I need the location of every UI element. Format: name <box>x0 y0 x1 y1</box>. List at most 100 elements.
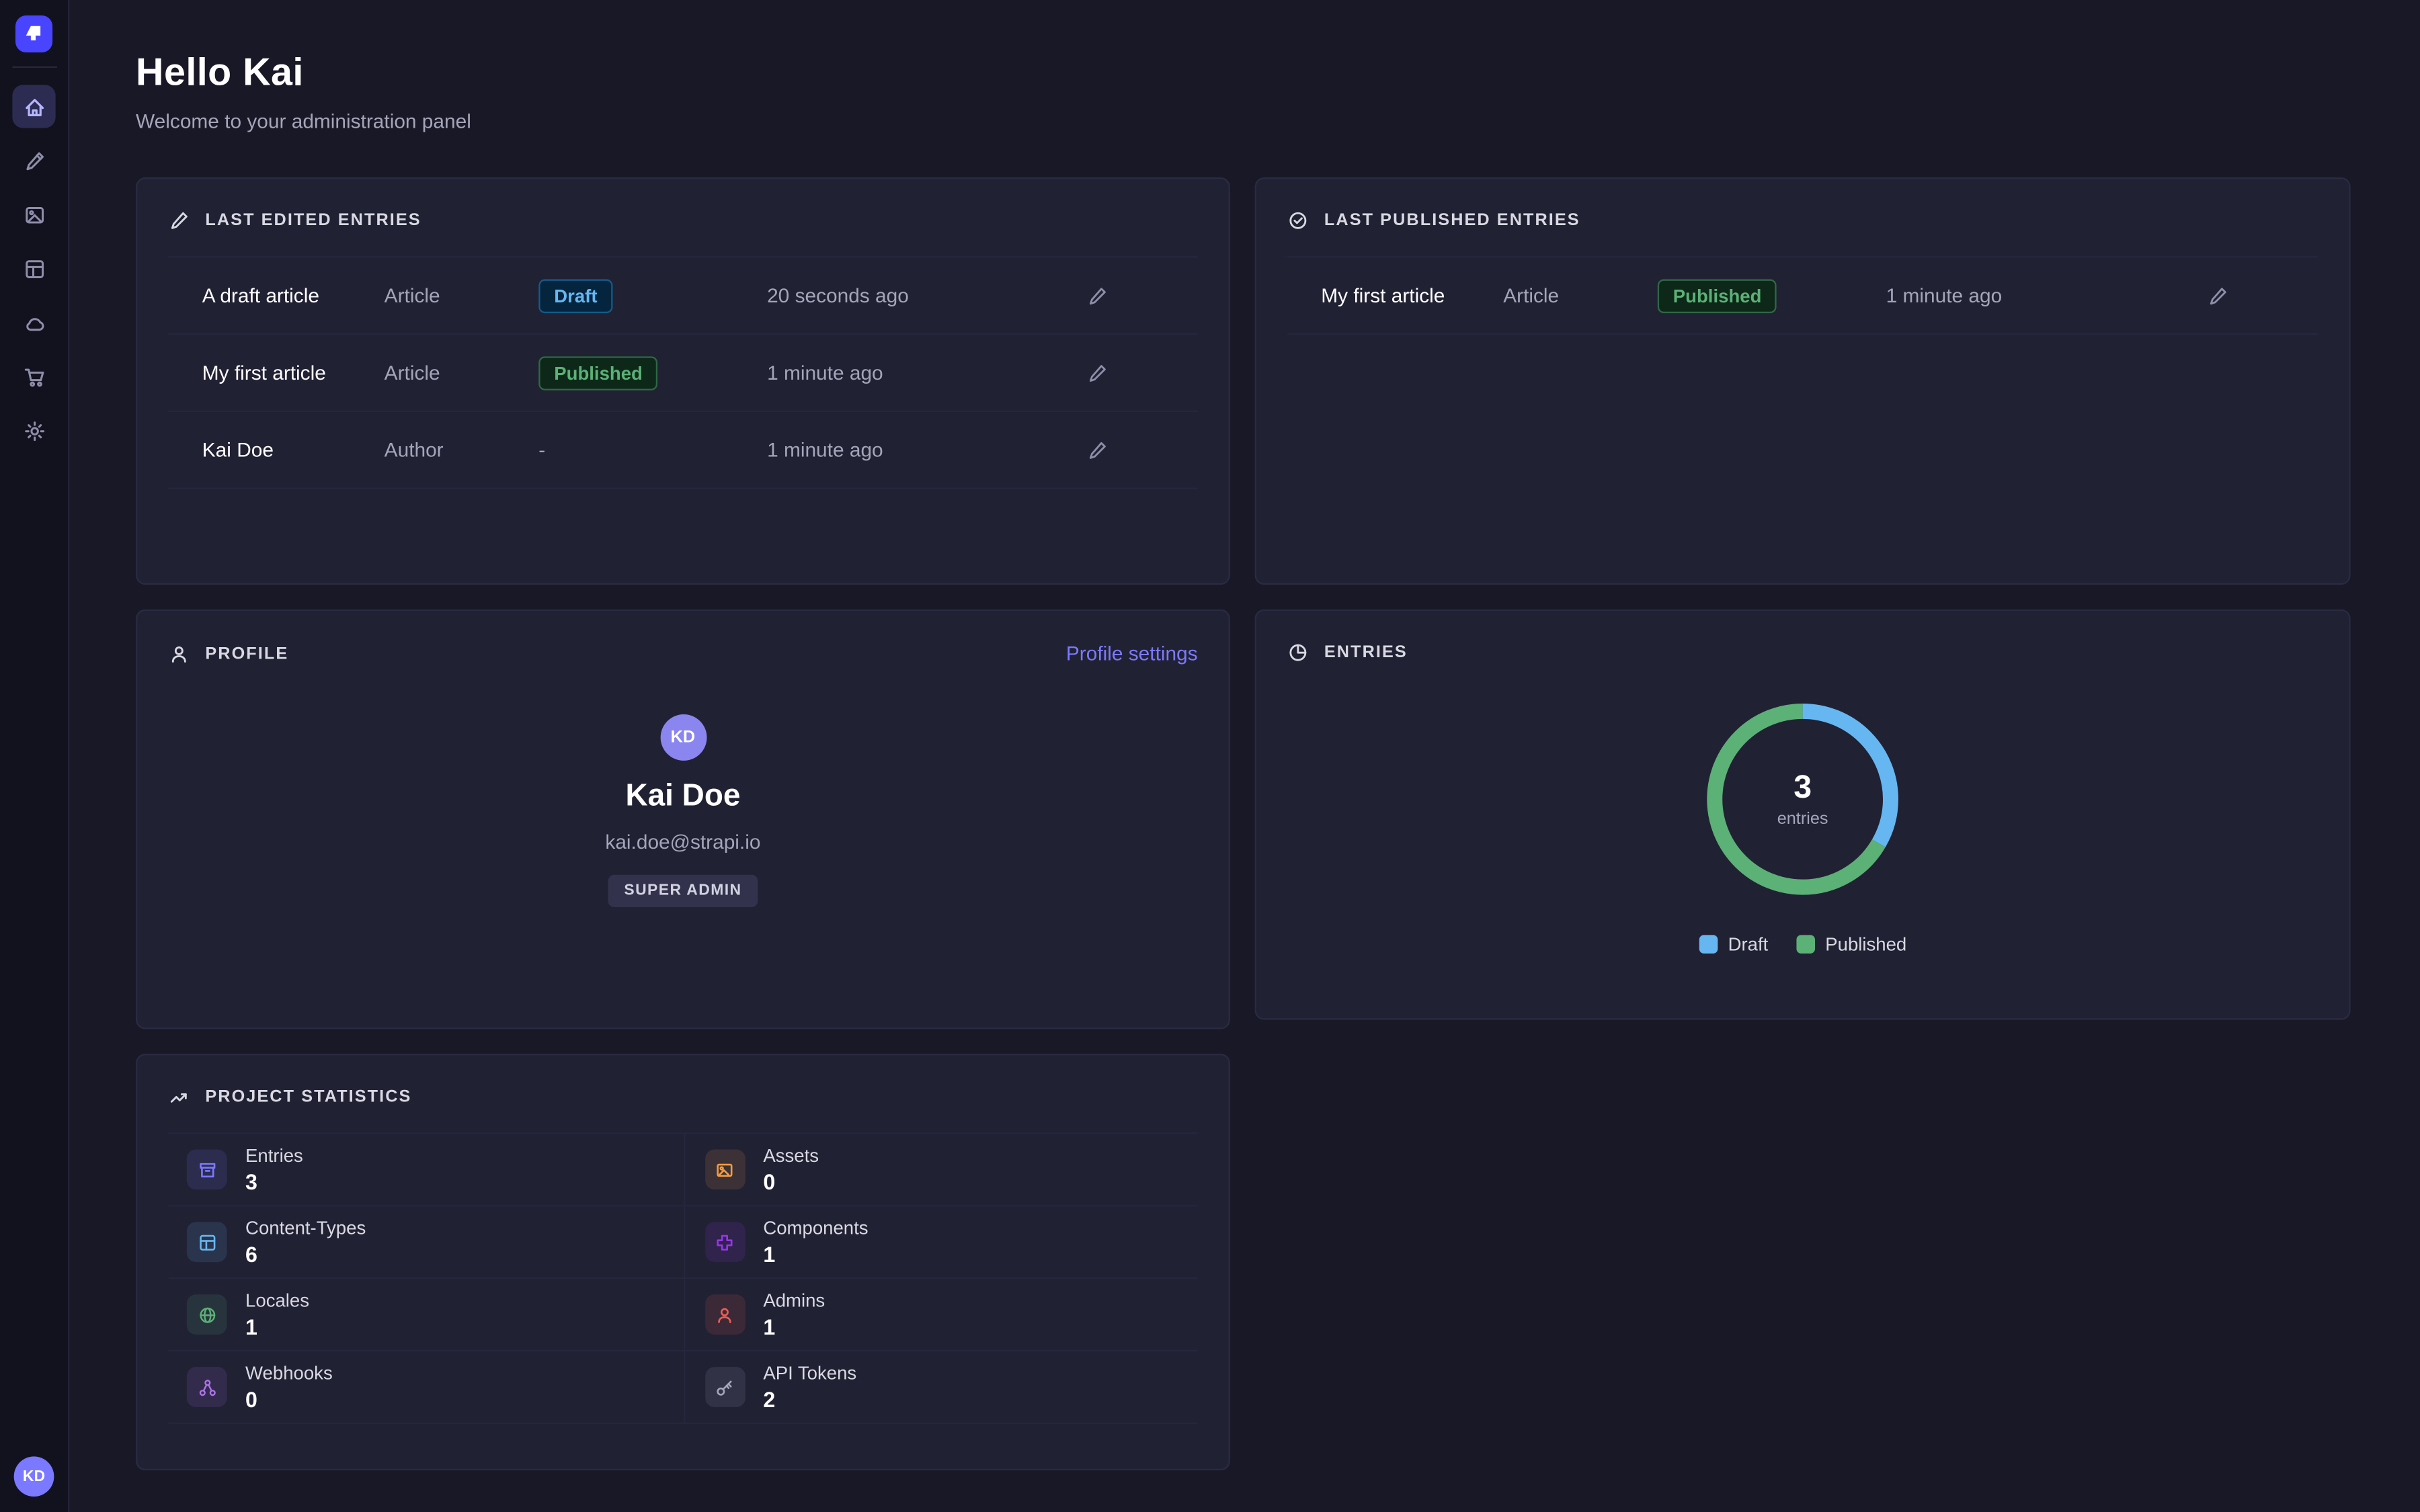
entries-chart-card: ENTRIES 3 entrie <box>1255 610 2351 1020</box>
profile-card: PROFILE Profile settings KD Kai Doe kai.… <box>136 610 1230 1029</box>
edit-entry-button[interactable] <box>1086 285 1108 306</box>
entry-time: 1 minute ago <box>767 361 1086 384</box>
stat-value: 1 <box>763 1242 868 1267</box>
project-statistics-header: PROJECT STATISTICS <box>168 1086 1197 1107</box>
main-content: Hello Kai Welcome to your administration… <box>69 0 2420 1512</box>
sidebar-item-content-type-builder[interactable] <box>12 247 55 290</box>
locales-icon <box>187 1294 227 1335</box>
entry-type: Article <box>1503 284 1658 306</box>
stat-value: 0 <box>245 1387 333 1412</box>
pencil-icon <box>2207 285 2228 306</box>
sidebar-item-marketplace[interactable] <box>12 355 55 398</box>
page-title: Hello Kai <box>136 51 2351 96</box>
stat-value: 1 <box>763 1314 825 1339</box>
sidebar-item-media-library[interactable] <box>12 193 55 236</box>
sidebar: KD <box>0 0 69 1512</box>
entry-type: Author <box>385 438 539 461</box>
last-edited-table: A draft article Article Draft 20 seconds… <box>168 256 1197 489</box>
sidebar-item-content-manager[interactable] <box>12 139 55 182</box>
stats-grid: Entries 3 Assets 0 <box>168 1132 1197 1424</box>
draft-swatch <box>1699 935 1718 954</box>
entry-time: 20 seconds ago <box>767 284 1086 306</box>
stat-value: 2 <box>763 1387 856 1412</box>
strapi-logo[interactable] <box>15 15 52 52</box>
admin-dashboard: KD Hello Kai Welcome to your administrat… <box>0 0 2420 1512</box>
last-edited-header: LAST EDITED ENTRIES <box>168 210 1197 231</box>
stat-assets: Assets 0 <box>683 1134 1198 1207</box>
sidebar-divider <box>11 67 56 68</box>
marketplace-icon <box>22 365 45 388</box>
home-icon <box>22 95 45 118</box>
edit-entry-button[interactable] <box>1086 439 1108 460</box>
role-badge: SUPER ADMIN <box>608 875 757 907</box>
stat-content-types: Content-Types 6 <box>168 1206 683 1279</box>
page-header: Hello Kai Welcome to your administration… <box>136 51 2351 133</box>
strapi-logo-icon <box>24 24 44 44</box>
profile-name: Kai Doe <box>625 779 740 814</box>
stat-admins: Admins 1 <box>683 1279 1198 1351</box>
stat-components: Components 1 <box>683 1206 1198 1279</box>
legend-item-published: Published <box>1796 933 1907 955</box>
entry-row[interactable]: My first article Article Published 1 min… <box>1287 257 2318 335</box>
content-types-icon <box>187 1222 227 1262</box>
stat-label: Components <box>763 1217 868 1238</box>
admins-icon <box>704 1294 745 1335</box>
pencil-icon <box>168 210 190 231</box>
cloud-icon <box>22 311 45 334</box>
stat-label: Content-Types <box>245 1217 366 1238</box>
card-title: PROFILE <box>205 644 288 663</box>
entry-name: My first article <box>1287 284 1503 306</box>
pencil-icon <box>1086 439 1108 460</box>
entry-name: A draft article <box>168 284 384 306</box>
api-tokens-icon <box>704 1367 745 1407</box>
stat-label: Locales <box>245 1290 309 1311</box>
user-avatar[interactable]: KD <box>14 1456 54 1497</box>
stat-label: Webhooks <box>245 1362 333 1384</box>
stat-value: 0 <box>763 1169 819 1194</box>
status-none: - <box>538 437 545 460</box>
pie-chart-icon <box>1287 642 1309 663</box>
stat-webhooks: Webhooks 0 <box>168 1351 683 1424</box>
check-circle-icon <box>1287 210 1309 231</box>
edit-entry-button[interactable] <box>2207 285 2228 306</box>
settings-icon <box>22 419 45 442</box>
entries-icon <box>187 1149 227 1189</box>
pencil-icon <box>1086 285 1108 306</box>
stat-value: 1 <box>245 1314 309 1339</box>
entry-row[interactable]: My first article Article Published 1 min… <box>168 335 1197 412</box>
card-title: LAST EDITED ENTRIES <box>205 212 421 230</box>
entries-chart-body: 3 entries Draft Published <box>1287 663 2318 955</box>
sidebar-item-settings[interactable] <box>12 409 55 452</box>
edit-entry-button[interactable] <box>1086 362 1108 383</box>
page-subtitle: Welcome to your administration panel <box>136 110 2351 132</box>
stat-value: 6 <box>245 1242 366 1267</box>
stat-label: API Tokens <box>763 1362 856 1384</box>
last-published-header: LAST PUBLISHED ENTRIES <box>1287 210 2318 231</box>
last-edited-entries-card: LAST EDITED ENTRIES A draft article Arti… <box>136 177 1230 585</box>
entry-name: My first article <box>168 361 384 384</box>
profile-settings-link[interactable]: Profile settings <box>1066 642 1198 665</box>
profile-avatar: KD <box>660 714 707 761</box>
content-type-builder-icon <box>22 257 45 280</box>
entry-row[interactable]: Kai Doe Author - 1 minute ago <box>168 412 1197 489</box>
status-badge: Draft <box>538 278 612 312</box>
stat-label: Admins <box>763 1290 825 1311</box>
entry-row[interactable]: A draft article Article Draft 20 seconds… <box>168 257 1197 335</box>
stat-label: Entries <box>245 1145 303 1167</box>
entry-time: 1 minute ago <box>1886 284 2208 306</box>
stat-api-tokens: API Tokens 2 <box>683 1351 1198 1424</box>
last-published-table: My first article Article Published 1 min… <box>1287 256 2318 335</box>
trending-up-icon <box>168 1086 190 1107</box>
status-badge: Published <box>1658 278 1777 312</box>
card-title: LAST PUBLISHED ENTRIES <box>1324 212 1580 230</box>
entries-count-label: entries <box>1777 810 1828 829</box>
stat-entries: Entries 3 <box>168 1134 683 1207</box>
sidebar-item-home[interactable] <box>12 85 55 128</box>
content-manager-icon <box>22 149 45 172</box>
entry-time: 1 minute ago <box>767 438 1086 461</box>
status-badge: Published <box>538 355 658 390</box>
legend-item-draft: Draft <box>1699 933 1768 955</box>
sidebar-item-cloud[interactable] <box>12 301 55 344</box>
project-statistics-card: PROJECT STATISTICS Entries 3 <box>136 1054 1230 1470</box>
person-icon <box>168 642 190 664</box>
